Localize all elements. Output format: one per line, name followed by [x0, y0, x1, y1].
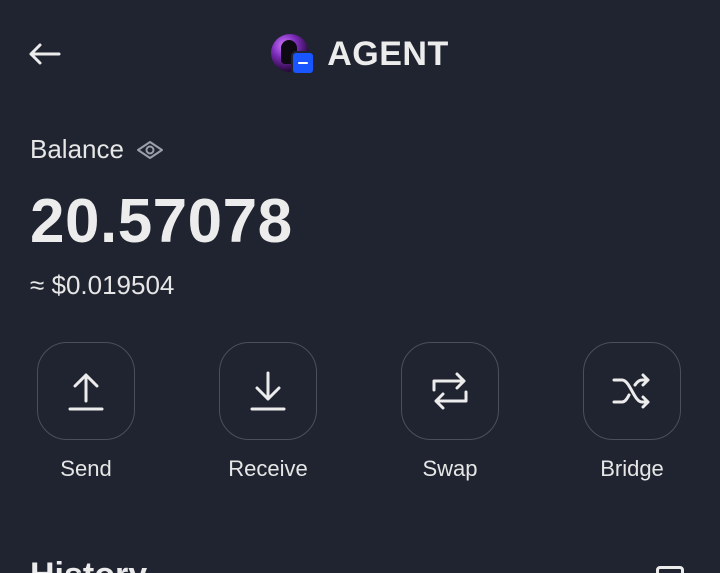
toggle-balance-visibility-button[interactable]: [136, 136, 164, 164]
chain-badge-icon: [291, 51, 316, 75]
receive-label: Receive: [228, 456, 308, 481]
action-buttons: Send Receive Swap Bridge: [0, 342, 720, 492]
token-logo: [271, 34, 316, 75]
eye-icon: [136, 140, 163, 159]
arrow-up-icon: [68, 373, 104, 411]
fiat-amount: ≈ $0.019504: [30, 270, 175, 300]
balance-label: Balance: [30, 134, 124, 164]
receive-button-circle[interactable]: [219, 342, 317, 440]
token-detail-screen: AGENT Balance 20.57078 ≈ $0.019504 Send: [0, 0, 720, 573]
swap-button[interactable]: Swap: [380, 342, 520, 482]
balance-label-row: Balance: [30, 134, 164, 165]
bridge-button[interactable]: Bridge: [562, 342, 702, 482]
swap-button-circle[interactable]: [401, 342, 499, 440]
header: AGENT: [0, 30, 720, 78]
swap-label: Swap: [422, 456, 478, 481]
arrow-down-icon: [250, 371, 286, 411]
bridge-button-circle[interactable]: [583, 342, 681, 440]
send-button[interactable]: Send: [16, 342, 156, 482]
shuffle-icon: [612, 373, 650, 409]
balance-amount: 20.57078: [30, 187, 293, 256]
send-button-circle[interactable]: [37, 342, 135, 440]
history-filter-icon[interactable]: [656, 566, 684, 573]
bridge-label: Bridge: [600, 456, 664, 481]
receive-button[interactable]: Receive: [198, 342, 338, 482]
history-title: History: [30, 556, 147, 573]
swap-icon: [432, 372, 468, 410]
send-label: Send: [60, 456, 112, 481]
page-title: AGENT: [327, 34, 449, 73]
